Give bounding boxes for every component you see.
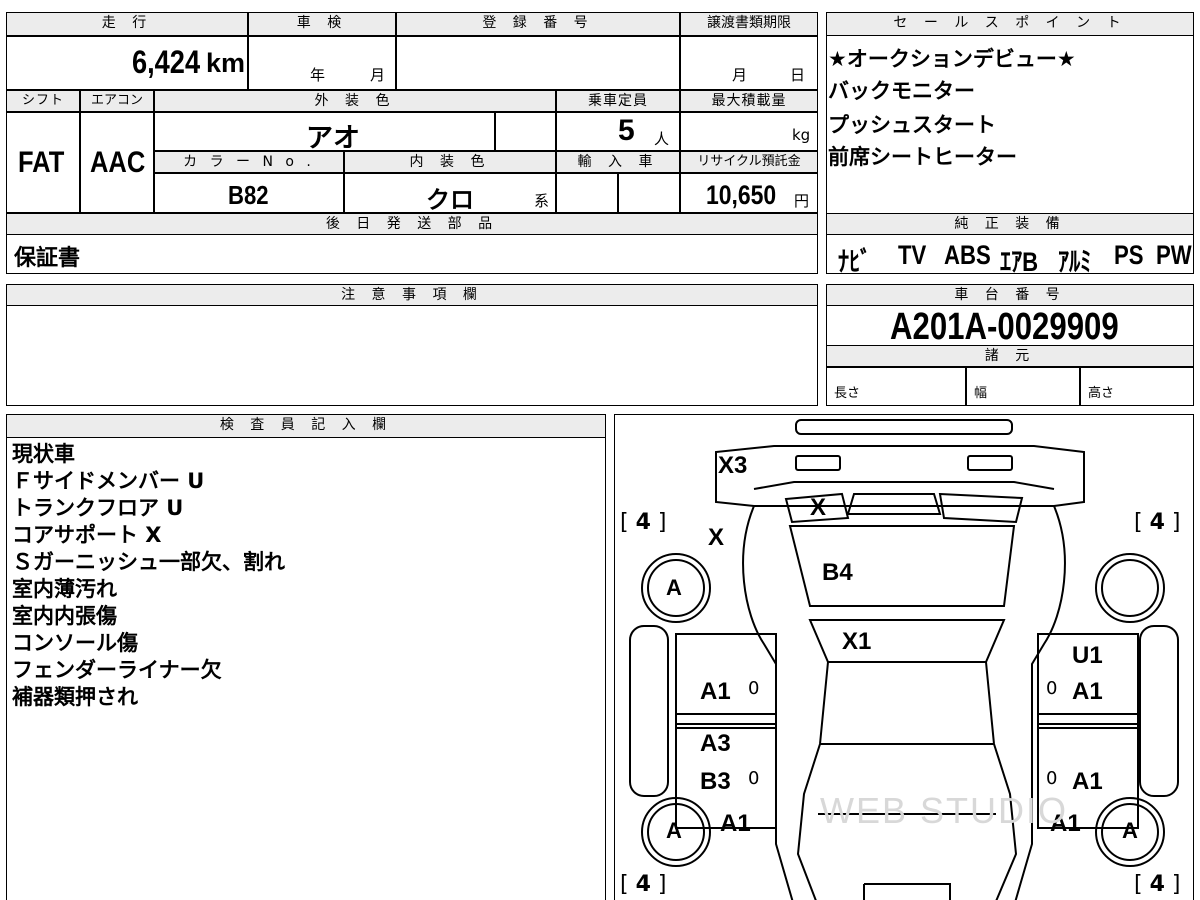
exterior-color-extra-cell xyxy=(495,112,556,151)
tire-tread-value: 4 xyxy=(635,510,651,535)
interior-color-value: クロ xyxy=(426,187,474,214)
inspector-line: 現状車 xyxy=(12,442,75,466)
genuine-equipment-label: 純 正 装 備 xyxy=(826,213,1194,235)
door-handle-mark: 0 xyxy=(1046,768,1058,789)
capacity-value: 5 xyxy=(618,114,635,147)
sales-point-item: バックモニター xyxy=(828,79,975,103)
mileage-unit: km xyxy=(206,48,246,78)
mileage-value: 6,424 xyxy=(132,44,201,80)
length-label: 長さ xyxy=(834,386,861,401)
registration-label: 登 録 番 号 xyxy=(396,12,680,36)
interior-color-label: 内 装 色 xyxy=(344,151,556,173)
inspector-line: 室内薄汚れ xyxy=(12,577,117,601)
load-unit: kg xyxy=(792,126,811,144)
damage-left-rear-door: A1 xyxy=(700,678,731,705)
chassis-label: 車 台 番 号 xyxy=(826,284,1194,306)
equipment-item: PS xyxy=(1114,240,1144,270)
recycle-label: リサイクル預託金 xyxy=(680,151,818,173)
watermark: WEB STUDIO xyxy=(820,790,1069,831)
equipment-item: ﾅﾋﾞ xyxy=(838,247,872,277)
inspector-line: コアサポート X xyxy=(12,523,162,547)
inspection-year-unit: 年 xyxy=(310,66,326,84)
exterior-color-value: アオ xyxy=(306,123,360,153)
wheel-mark-front-right: A xyxy=(1122,818,1138,843)
inspector-label: 検 査 員 記 入 欄 xyxy=(6,414,606,438)
recycle-value: 10,650 xyxy=(706,180,777,210)
tire-tread-rear-right: [ 4 ] xyxy=(1134,510,1181,535)
tire-tread-value: 4 xyxy=(635,872,651,897)
import-cell-a xyxy=(556,173,618,213)
import-label: 輸 入 車 xyxy=(556,151,680,173)
wheel-mark-front-left: A xyxy=(666,818,682,843)
door-handle-mark: 0 xyxy=(748,678,760,699)
wheel-mark-rear-left: A xyxy=(666,575,682,600)
damage-left-front-fender: A1 xyxy=(720,810,751,837)
damage-front-glass: X1 xyxy=(842,628,872,655)
door-handle-mark: 0 xyxy=(1046,678,1058,699)
width-label: 幅 xyxy=(974,386,988,401)
equipment-item: PW xyxy=(1156,240,1192,270)
equipment-item: ｱﾙﾐ xyxy=(1058,247,1092,277)
aircon-value: AAC xyxy=(90,146,146,179)
registration-cell xyxy=(396,36,680,90)
interior-color-suffix: 系 xyxy=(534,192,550,210)
color-no-label: カ ラ ー N o . xyxy=(154,151,344,173)
shift-value: FAT xyxy=(18,146,65,179)
sales-point-item: ★オークションデビュー★ xyxy=(828,47,1076,71)
tire-tread-rear-left: [ 4 ] xyxy=(620,510,667,535)
damage-rear-panel-left: X xyxy=(708,524,725,551)
inspection-label: 車 検 xyxy=(248,12,396,36)
later-parts-label: 後 日 発 送 部 品 xyxy=(6,213,818,235)
inspector-line: トランクフロア U xyxy=(12,496,184,520)
transfer-deadline-label: 譲渡書類期限 xyxy=(680,12,818,36)
exterior-color-label: 外 装 色 xyxy=(154,90,556,112)
sales-point-item: 前席シートヒーター xyxy=(828,145,1017,169)
tire-tread-front-right: [ 4 ] xyxy=(1134,872,1181,897)
color-no-value: B82 xyxy=(228,180,269,210)
recycle-unit: 円 xyxy=(794,192,810,210)
aircon-label: エアコン xyxy=(80,90,154,112)
tire-tread-front-left: [ 4 ] xyxy=(620,872,667,897)
inspector-line: フェンダーライナー欠 xyxy=(12,658,222,682)
height-label: 高さ xyxy=(1088,386,1115,401)
inspector-line: Ｓガーニッシュ一部欠、割れ xyxy=(12,550,285,574)
mileage-label: 走 行 xyxy=(6,12,248,36)
damage-right-rear-fender: U1 xyxy=(1072,642,1103,669)
capacity-label: 乗車定員 xyxy=(556,90,680,112)
inspector-line: コンソール傷 xyxy=(12,631,138,655)
inspector-line: Ｆサイドメンバー U xyxy=(12,469,205,493)
transfer-month-unit: 月 xyxy=(732,66,748,84)
inspector-comments: 現状車 Ｆサイドメンバー U トランクフロア U コアサポート X Ｓガーニッシ… xyxy=(12,441,285,711)
damage-right-rear-door: A1 xyxy=(1072,678,1103,705)
import-cell-b xyxy=(618,173,680,213)
equipment-item: ｴｱB xyxy=(1000,247,1039,277)
equipment-item: ABS xyxy=(944,240,991,270)
door-handle-mark: 0 xyxy=(748,768,760,789)
transfer-day-unit: 日 xyxy=(790,66,806,84)
inspector-line: 室内内張傷 xyxy=(12,604,117,628)
inspection-month-unit: 月 xyxy=(370,66,386,84)
damage-left-front-door-b: B3 xyxy=(700,768,731,795)
shift-label: シフト xyxy=(6,90,80,112)
max-load-label: 最大積載量 xyxy=(680,90,818,112)
damage-left-front-door-a: A3 xyxy=(700,730,731,757)
sales-point-item: プッシュスタート xyxy=(828,113,996,137)
notes-label: 注 意 事 項 欄 xyxy=(6,284,818,306)
equipment-item: TV xyxy=(898,240,927,270)
chassis-value: A201A-0029909 xyxy=(890,306,1119,348)
inspector-line: 補器類押され xyxy=(12,685,138,709)
damage-right-front-door: A1 xyxy=(1072,768,1103,795)
sales-points-label: セ ー ル ス ポ イ ン ト xyxy=(826,12,1194,36)
damage-roof: B4 xyxy=(822,559,853,586)
tire-tread-value: 4 xyxy=(1149,872,1165,897)
damage-rear-glass: X xyxy=(810,494,827,521)
later-parts-value: 保証書 xyxy=(14,246,81,271)
damage-rear-bumper: X3 xyxy=(718,452,748,479)
tire-tread-value: 4 xyxy=(1149,510,1165,535)
dims-label: 諸 元 xyxy=(826,345,1194,367)
capacity-unit: 人 xyxy=(654,130,670,148)
